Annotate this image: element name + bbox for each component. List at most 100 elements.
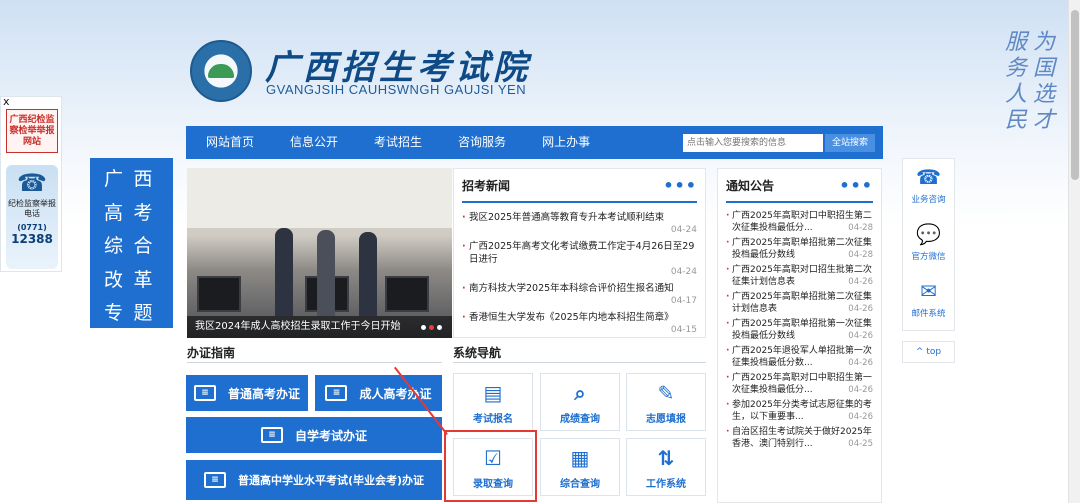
tile-label: 志愿填报: [646, 414, 686, 425]
nav-item-online[interactable]: 网上办事: [524, 126, 608, 159]
notice-item[interactable]: 广西2025年高职单招批第二次征集计划信息表 04-26: [726, 291, 873, 315]
more-icon[interactable]: •••: [663, 176, 697, 195]
tool-mail[interactable]: ✉ 邮件系统: [903, 273, 954, 330]
register-icon: ▤: [483, 381, 503, 405]
notice-panel: 通知公告 ••• 广西2025年高职对口中职招生第二次征集投档最低分... 04…: [717, 168, 882, 503]
banner-char: 考: [133, 201, 153, 224]
carousel-dot[interactable]: [437, 325, 442, 330]
site-subtitle: GVANGJSIH CAUHSWNGH GAUJSI YEN: [266, 82, 527, 97]
news-item[interactable]: 我区2025年普通高等教育专升本考试顺利结束 04-24: [462, 211, 697, 236]
more-icon[interactable]: •••: [839, 176, 873, 195]
tile-volunteer[interactable]: ✎ 志愿填报: [626, 373, 706, 431]
report-phone-card[interactable]: ☎ 纪检监察举报电话 (0771) 12388: [6, 165, 58, 269]
tile-general-query[interactable]: ▦ 综合查询: [540, 438, 620, 496]
close-icon[interactable]: x: [3, 95, 10, 108]
discipline-report-link[interactable]: 广西纪检监察检举举报网站: [6, 109, 58, 153]
slogan-char: 才: [1033, 108, 1056, 133]
news-item-date: 04-24: [670, 225, 697, 235]
banner-char: 广: [104, 168, 124, 190]
back-to-top-button[interactable]: ^ top: [902, 341, 955, 363]
academic-level-cert-button[interactable]: ≡ 普通高中学业水平考试(毕业会考)办证: [186, 460, 442, 500]
notice-panel-header: 通知公告 •••: [726, 169, 873, 203]
slogan-char: 民: [1005, 108, 1028, 133]
news-item[interactable]: 广西2025年高考文化考试缴费工作定于4月26日至29日进行 04-24: [462, 240, 697, 278]
work-icon: ⇅: [657, 446, 675, 470]
carousel-dot-active[interactable]: [429, 325, 434, 330]
wechat-icon: 💬: [916, 222, 941, 246]
banner-char: 西: [133, 168, 153, 190]
phone-icon: ☎: [17, 169, 47, 197]
gaokao-reform-banner[interactable]: 广 西 高 考 综 合 改 革 专 题: [90, 158, 173, 328]
tool-wechat[interactable]: 💬 官方微信: [903, 216, 954, 273]
id-card-icon: ≡: [203, 472, 226, 488]
tool-label: 邮件系统: [911, 309, 946, 319]
notice-item[interactable]: 参加2025年分类考试志愿征集的考生，以下重要事... 04-26: [726, 399, 873, 423]
notice-item[interactable]: 广西2025年高职单招批第一次征集投档最低分数线 04-26: [726, 318, 873, 342]
carousel-photo-background: [187, 168, 452, 228]
notice-item[interactable]: 自治区招生考试院关于做好2025年香港、澳门特别行... 04-25: [726, 426, 873, 450]
phone-label: 纪检监察举报电话: [8, 199, 56, 218]
news-item-text: 香港恒生大学发布《2025年内地本科招生简章》: [469, 312, 674, 323]
news-panel: 招考新闻 ••• 我区2025年普通高等教育专升本考试顺利结束 04-24 广西2…: [453, 168, 706, 338]
self-study-cert-button[interactable]: ≡ 自学考试办证: [186, 417, 442, 453]
news-item-date: 04-15: [670, 325, 697, 335]
id-card-icon: ≡: [193, 385, 216, 401]
notice-item[interactable]: 广西2025年高职对口招生批第二次征集计划信息表 04-26: [726, 264, 873, 288]
button-label: 普通高中学业水平考试(毕业会考)办证: [237, 474, 425, 487]
nav-item-exam[interactable]: 考试招生: [356, 126, 440, 159]
notice-item-date: 04-28: [848, 250, 873, 260]
banner-char: 专: [104, 302, 124, 325]
right-tools-panel: ☎ 业务咨询 💬 官方微信 ✉ 邮件系统: [902, 158, 955, 331]
tool-consult[interactable]: ☎ 业务咨询: [903, 159, 954, 216]
tile-label: 考试报名: [473, 414, 513, 425]
person-figure: [359, 232, 377, 316]
notice-item[interactable]: 广西2025年高职单招批第二次征集投档最低分数线 04-28: [726, 237, 873, 261]
news-carousel[interactable]: 我区2024年成人高校招生录取工作于今日开始: [187, 168, 452, 338]
left-float-panel: x 广西纪检监察检举举报网站 ☎ 纪检监察举报电话 (0771) 12388: [0, 95, 62, 272]
notice-item-date: 04-26: [848, 277, 873, 287]
button-label: 自学考试办证: [294, 428, 367, 443]
tile-score-query[interactable]: ⌕ 成绩查询: [540, 373, 620, 431]
tile-exam-register[interactable]: ▤ 考试报名: [453, 373, 533, 431]
tile-work-system[interactable]: ⇅ 工作系统: [626, 438, 706, 496]
nav-item-home[interactable]: 网站首页: [186, 126, 272, 159]
notice-item[interactable]: 广西2025年高职对口中职招生第一次征集投档最低分... 04-26: [726, 372, 873, 396]
notice-item-date: 04-26: [848, 412, 873, 422]
news-item-text: 我区2025年普通高等教育专升本考试顺利结束: [469, 212, 665, 223]
news-item-text: 广西2025年高考文化考试缴费工作定于4月26日至29日进行: [469, 241, 695, 265]
news-item[interactable]: 南方科技大学2025年本科综合评价招生报名通知 04-17: [462, 282, 697, 307]
tile-label: 成绩查询: [560, 414, 600, 425]
search-input[interactable]: [683, 134, 823, 152]
section-divider: [453, 362, 706, 363]
tool-label: 业务咨询: [911, 195, 946, 205]
slogan-char: 选: [1033, 82, 1056, 107]
slogan: 服 为 务 国 人 选 民 才: [1005, 30, 1065, 134]
news-item-date: 04-17: [670, 296, 697, 306]
nav-item-info[interactable]: 信息公开: [272, 126, 356, 159]
gaokao-cert-button[interactable]: ≡ 普通高考办证: [186, 375, 308, 411]
system-section-title: 系统导航: [453, 346, 502, 360]
notice-item[interactable]: 广西2025年高职对口中职招生第二次征集投档最低分... 04-28: [726, 210, 873, 234]
news-panel-header: 招考新闻 •••: [462, 169, 697, 203]
banner-char: 题: [133, 302, 153, 325]
person-figure: [317, 230, 335, 316]
person-figure: [275, 228, 293, 316]
carousel-dot[interactable]: [421, 325, 426, 330]
notice-item[interactable]: 广西2025年退役军人单招批第一次征集投档最低分数... 04-26: [726, 345, 873, 369]
notice-item-date: 04-28: [848, 223, 873, 233]
carousel-dots: [421, 325, 442, 330]
news-item-text: 南方科技大学2025年本科综合评价招生报名通知: [469, 283, 674, 294]
annotation-highlight-box: [444, 430, 537, 502]
edit-icon: ✎: [657, 381, 675, 405]
page-scrollbar[interactable]: [1068, 0, 1080, 503]
slogan-char: 国: [1033, 56, 1056, 81]
main-nav: 网站首页 信息公开 考试招生 咨询服务 网上办事 全站搜索: [186, 126, 883, 159]
scrollbar-thumb[interactable]: [1071, 10, 1079, 180]
search-button[interactable]: 全站搜索: [825, 134, 875, 152]
slogan-char: 服: [1005, 30, 1028, 55]
banner-char: 合: [133, 235, 153, 258]
carousel-caption: 我区2024年成人高校招生录取工作于今日开始: [187, 316, 452, 338]
monitor: [197, 276, 241, 312]
news-item[interactable]: 香港恒生大学发布《2025年内地本科招生简章》 04-15: [462, 311, 697, 336]
nav-item-consult[interactable]: 咨询服务: [440, 126, 524, 159]
